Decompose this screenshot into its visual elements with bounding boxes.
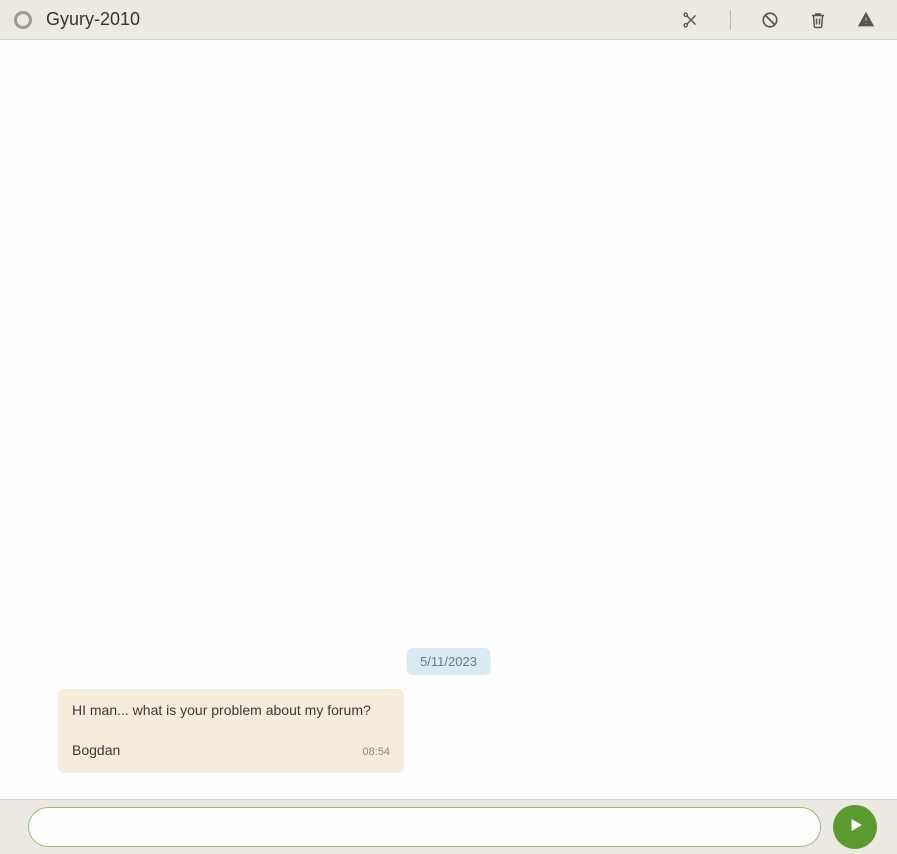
message-bubble-incoming: HI man... what is your problem about my … xyxy=(58,689,404,772)
message-input[interactable] xyxy=(28,807,821,847)
message-sender: Bogdan xyxy=(72,741,120,761)
date-separator: 5/11/2023 xyxy=(406,648,491,675)
composer-bar xyxy=(0,799,897,854)
block-icon[interactable] xyxy=(761,11,779,29)
scissors-icon[interactable] xyxy=(682,11,700,29)
warning-icon[interactable] xyxy=(857,11,875,29)
header-actions xyxy=(682,10,875,30)
header-divider xyxy=(730,10,731,30)
send-button[interactable] xyxy=(833,805,877,849)
send-icon xyxy=(845,816,865,839)
chat-header: Gyury-2010 xyxy=(0,0,897,40)
presence-status-icon xyxy=(14,11,32,29)
chat-area: 5/11/2023 HI man... what is your problem… xyxy=(0,40,897,799)
contact-name: Gyury-2010 xyxy=(46,9,140,30)
message-meta: Bogdan 08:54 xyxy=(72,741,390,761)
trash-icon[interactable] xyxy=(809,11,827,29)
message-time: 08:54 xyxy=(362,745,390,760)
message-text: HI man... what is your problem about my … xyxy=(72,701,390,721)
